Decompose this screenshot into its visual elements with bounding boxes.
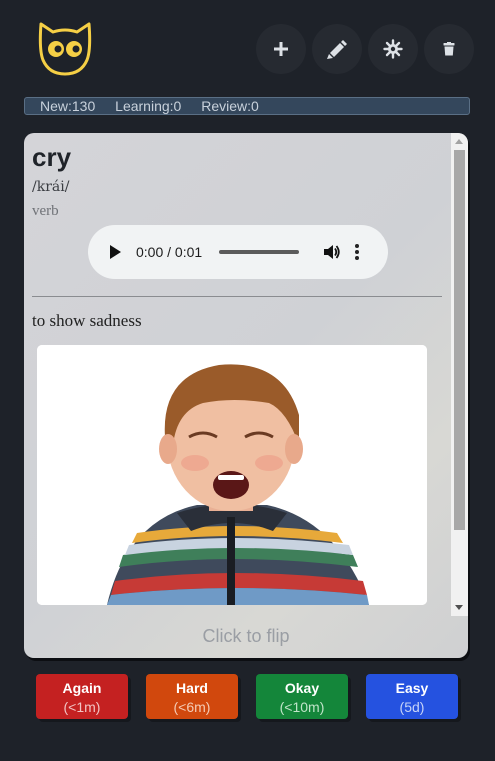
add-card-button[interactable] bbox=[256, 24, 306, 74]
hard-interval: (<6m) bbox=[173, 699, 211, 715]
card-content: cry /krái/ verb 0:00 / 0:01 to show sadn… bbox=[24, 133, 451, 616]
card-word: cry bbox=[32, 142, 72, 172]
card-part-of-speech: verb bbox=[32, 203, 59, 219]
hard-button[interactable]: Hard (<6m) bbox=[146, 674, 238, 719]
plus-icon bbox=[274, 42, 288, 56]
audio-time: 0:00 / 0:01 bbox=[136, 244, 203, 260]
again-interval: (<1m) bbox=[63, 699, 101, 715]
owl-logo-icon bbox=[37, 22, 93, 76]
card-image bbox=[37, 345, 427, 605]
flip-hint[interactable]: Click to flip bbox=[24, 626, 468, 647]
flashcard[interactable]: cry /krái/ verb 0:00 / 0:01 to show sadn… bbox=[24, 133, 468, 658]
card-divider bbox=[32, 296, 442, 297]
hard-label: Hard bbox=[176, 680, 208, 696]
gear-icon bbox=[383, 39, 403, 59]
pencil-icon bbox=[327, 40, 347, 59]
easy-button[interactable]: Easy (5d) bbox=[366, 674, 458, 719]
easy-label: Easy bbox=[395, 680, 429, 696]
volume-icon[interactable] bbox=[323, 244, 341, 260]
scroll-down-icon[interactable] bbox=[455, 605, 463, 610]
card-pronunciation: /krái/ bbox=[32, 179, 70, 195]
stat-new: New:130 bbox=[40, 98, 96, 114]
study-stats-bar: New:130 Learning:0 Review:0 bbox=[24, 97, 470, 115]
okay-label: Okay bbox=[284, 680, 320, 696]
easy-interval: (5d) bbox=[399, 699, 425, 715]
crying-child-image bbox=[37, 345, 427, 605]
okay-interval: (<10m) bbox=[279, 699, 325, 715]
stat-review: Review:0 bbox=[201, 98, 259, 114]
edit-card-button[interactable] bbox=[312, 24, 362, 74]
okay-button[interactable]: Okay (<10m) bbox=[256, 674, 348, 719]
more-options-icon[interactable] bbox=[355, 244, 360, 260]
card-scrollbar[interactable] bbox=[451, 133, 468, 616]
scroll-up-icon[interactable] bbox=[455, 139, 463, 144]
again-button[interactable]: Again (<1m) bbox=[36, 674, 128, 719]
audio-progress-track[interactable] bbox=[219, 250, 300, 254]
scrollbar-thumb[interactable] bbox=[454, 150, 465, 530]
play-icon[interactable] bbox=[110, 245, 121, 259]
settings-button[interactable] bbox=[368, 24, 418, 74]
stat-learning: Learning:0 bbox=[115, 98, 182, 114]
trash-icon bbox=[443, 42, 455, 56]
again-label: Again bbox=[62, 680, 102, 696]
delete-card-button[interactable] bbox=[424, 24, 474, 74]
card-definition: to show sadness bbox=[32, 311, 142, 330]
audio-player: 0:00 / 0:01 bbox=[88, 225, 388, 279]
